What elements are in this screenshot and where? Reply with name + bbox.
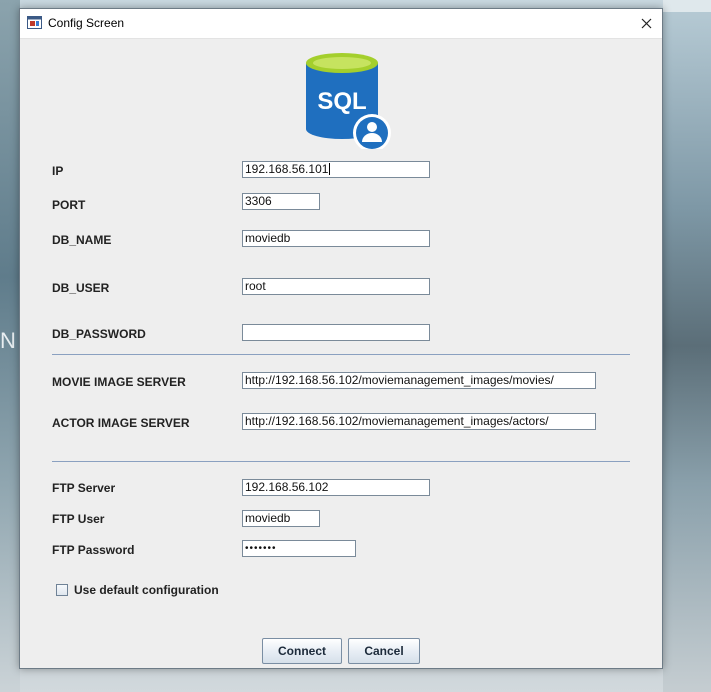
separator-1	[52, 354, 630, 355]
ftp-password-input[interactable]: •••••••	[242, 540, 356, 557]
separator-2	[52, 461, 630, 462]
ip-label: IP	[52, 164, 64, 178]
background-letter: N	[0, 328, 16, 353]
sql-database-user-icon: SQL	[306, 53, 391, 149]
ftp-server-label: FTP Server	[52, 481, 116, 495]
close-icon	[641, 18, 651, 29]
java-app-icon	[27, 16, 42, 29]
actor-image-server-input[interactable]: http://192.168.56.102/moviemanagement_im…	[242, 413, 596, 430]
movie-image-server-label: MOVIE IMAGE SERVER	[52, 375, 186, 389]
db-user-label: DB_USER	[52, 281, 110, 295]
ip-input[interactable]: 192.168.56.101	[242, 161, 430, 178]
db-name-label: DB_NAME	[52, 233, 112, 247]
use-default-checkbox[interactable]	[56, 584, 68, 596]
ftp-password-label: FTP Password	[52, 543, 135, 557]
connect-button[interactable]: Connect	[262, 638, 342, 664]
movie-image-server-input[interactable]: http://192.168.56.102/moviemanagement_im…	[242, 372, 596, 389]
close-button[interactable]	[630, 9, 662, 38]
port-input[interactable]: 3306	[242, 193, 320, 210]
background-right	[663, 0, 711, 692]
db-password-input[interactable]	[242, 324, 430, 341]
ftp-user-input[interactable]: moviedb	[242, 510, 320, 527]
window-title: Config Screen	[48, 16, 125, 30]
ip-value: 192.168.56.101	[245, 162, 329, 176]
db-password-label: DB_PASSWORD	[52, 327, 146, 341]
config-dialog: Config Screen SQL IP 192.168.56.101 PORT…	[19, 8, 663, 669]
title-bar[interactable]: Config Screen	[20, 9, 662, 39]
ftp-server-input[interactable]: 192.168.56.102	[242, 479, 430, 496]
ftp-user-label: FTP User	[52, 512, 105, 526]
db-user-input[interactable]: root	[242, 278, 430, 295]
use-default-checkbox-row[interactable]: Use default configuration	[56, 582, 219, 598]
port-label: PORT	[52, 198, 86, 212]
actor-image-server-label: ACTOR IMAGE SERVER	[52, 416, 190, 430]
use-default-label: Use default configuration	[74, 583, 219, 597]
background-top-strip	[663, 0, 711, 12]
db-name-input[interactable]: moviedb	[242, 230, 430, 247]
text-caret	[329, 163, 331, 175]
logo-text: SQL	[317, 88, 366, 115]
cancel-button[interactable]: Cancel	[348, 638, 420, 664]
